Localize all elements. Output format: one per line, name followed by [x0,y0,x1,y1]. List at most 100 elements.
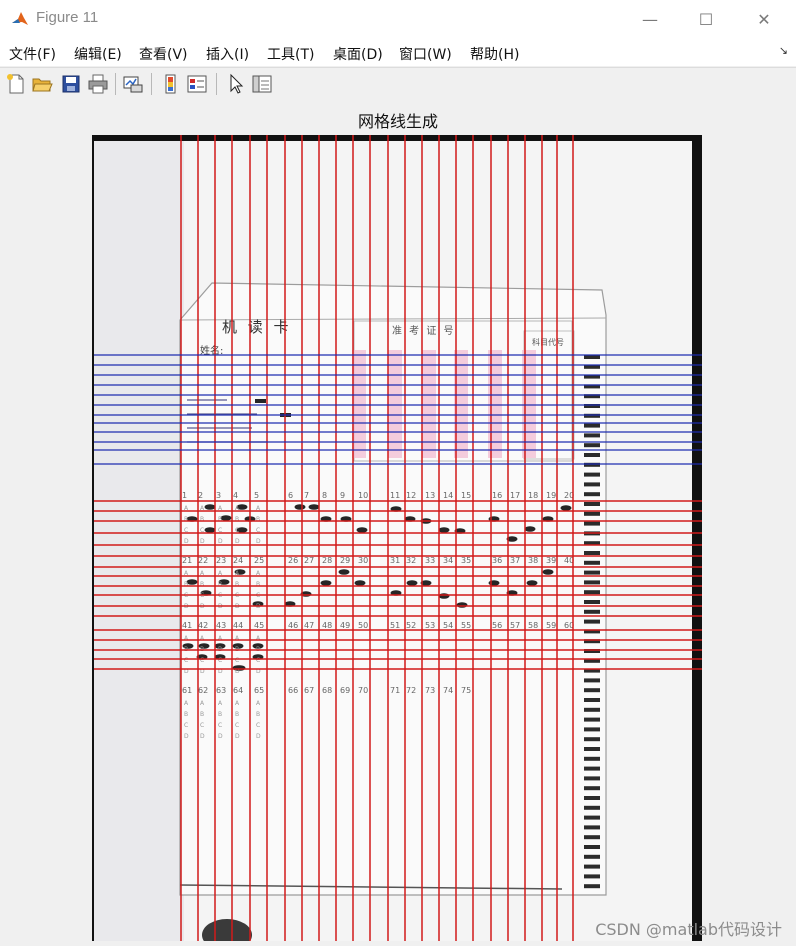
question-number: 23 [216,556,226,565]
question-number: 61 [182,686,192,695]
minimize-button[interactable]: — [624,0,676,38]
question-number: 12 [406,491,416,500]
option-letter: D [256,538,261,545]
question-number: 42 [198,621,208,630]
filled-bubble [320,580,332,586]
option-letter: C [218,657,222,664]
menu-view[interactable]: 查看(V) [139,44,188,64]
option-letter: B [184,711,188,718]
timing-mark [584,815,600,820]
toolbar-separator [216,73,217,95]
toolbar-separator [115,73,116,95]
option-letter: B [184,516,188,523]
question-number: 1 [182,491,187,500]
timing-mark [584,590,600,595]
subject-code-label: 科目代号 [532,337,564,347]
filled-bubble [220,515,232,521]
print-icon[interactable] [87,73,109,95]
question-number: 69 [340,686,350,695]
timing-mark [584,874,600,879]
timing-mark [584,472,600,477]
option-letter: B [235,516,239,523]
property-editor-icon[interactable] [251,73,273,95]
menu-tools[interactable]: 工具(T) [267,44,314,64]
question-number: 4 [233,491,238,500]
close-button[interactable]: ✕ [738,0,790,38]
menu-edit[interactable]: 编辑(E) [74,44,122,64]
option-letter: C [184,722,188,729]
option-letter: B [218,516,222,523]
option-letter: C [256,722,260,729]
option-letter: C [200,722,204,729]
question-number: 57 [510,621,520,630]
option-letter: D [218,733,223,740]
timing-mark [584,707,600,712]
dock-arrow-icon[interactable]: ↘ [779,44,788,57]
filled-bubble [438,527,450,533]
option-letter: D [218,538,223,545]
timing-mark [584,433,600,438]
menu-help[interactable]: 帮助(H) [470,44,519,64]
question-number: 14 [443,491,453,500]
menu-window[interactable]: 窗口(W) [399,44,452,64]
timing-mark [584,805,600,810]
question-number: 25 [254,556,264,565]
question-number: 11 [390,491,400,500]
timing-mark [584,482,600,487]
question-number: 50 [358,621,368,630]
option-letter: C [235,722,239,729]
option-letter: D [235,733,240,740]
open-file-icon[interactable] [31,73,53,95]
question-number: 39 [546,556,556,565]
csdn-watermark: CSDN @matlab代码设计 [595,920,782,939]
question-number: 28 [322,556,332,565]
question-number: 48 [322,621,332,630]
menu-file[interactable]: 文件(F) [9,44,56,64]
timing-mark [584,766,600,771]
filled-bubble [456,602,468,608]
menu-desktop[interactable]: 桌面(D) [333,44,383,64]
new-figure-icon[interactable] [5,73,27,95]
option-letter: D [184,733,189,740]
link-plot-icon[interactable] [122,73,144,95]
option-letter: C [218,722,222,729]
timing-mark [584,727,600,732]
answer-sheet-image: 机 读 卡 姓名: 准 考 证 号 科目代号 1 2 3 4 5 6 7 8 9 10 11 12 13… [92,135,702,941]
option-letter: B [218,711,222,718]
matlab-logo-icon [11,10,29,28]
menu-bar: 文件(F) 编辑(E) 查看(V) 插入(I) 工具(T) 桌面(D) 窗口(W… [0,38,796,66]
question-number: 8 [322,491,327,500]
colorbar-icon[interactable] [160,73,182,95]
question-number: 71 [390,686,400,695]
question-number: 59 [546,621,556,630]
save-icon[interactable] [60,73,82,95]
timing-mark [584,756,600,761]
legend-icon[interactable] [186,73,208,95]
filled-bubble [186,579,198,585]
maximize-button[interactable]: ☐ [680,0,732,38]
filled-bubble [204,504,216,510]
option-letter: B [218,581,222,588]
question-number: 73 [425,686,435,695]
timing-mark [584,511,600,516]
pointer-icon[interactable] [225,73,247,95]
option-letter: D [200,538,205,545]
question-number: 49 [340,621,350,630]
toolbar-separator [151,73,152,95]
question-number: 6 [288,491,293,500]
question-number: 67 [304,686,314,695]
menu-insert[interactable]: 插入(I) [206,44,249,64]
question-number: 34 [443,556,453,565]
timing-mark [584,864,600,869]
question-number: 2 [198,491,203,500]
maximize-icon: ☐ [698,9,714,29]
timing-mark [584,698,600,702]
question-number: 43 [216,621,226,630]
filled-bubble [308,504,320,510]
timing-mark [584,678,600,683]
question-number: 17 [510,491,520,500]
question-number: 26 [288,556,298,565]
timing-mark [584,835,600,840]
paper-shadow [94,141,184,941]
filled-bubble [294,504,306,510]
